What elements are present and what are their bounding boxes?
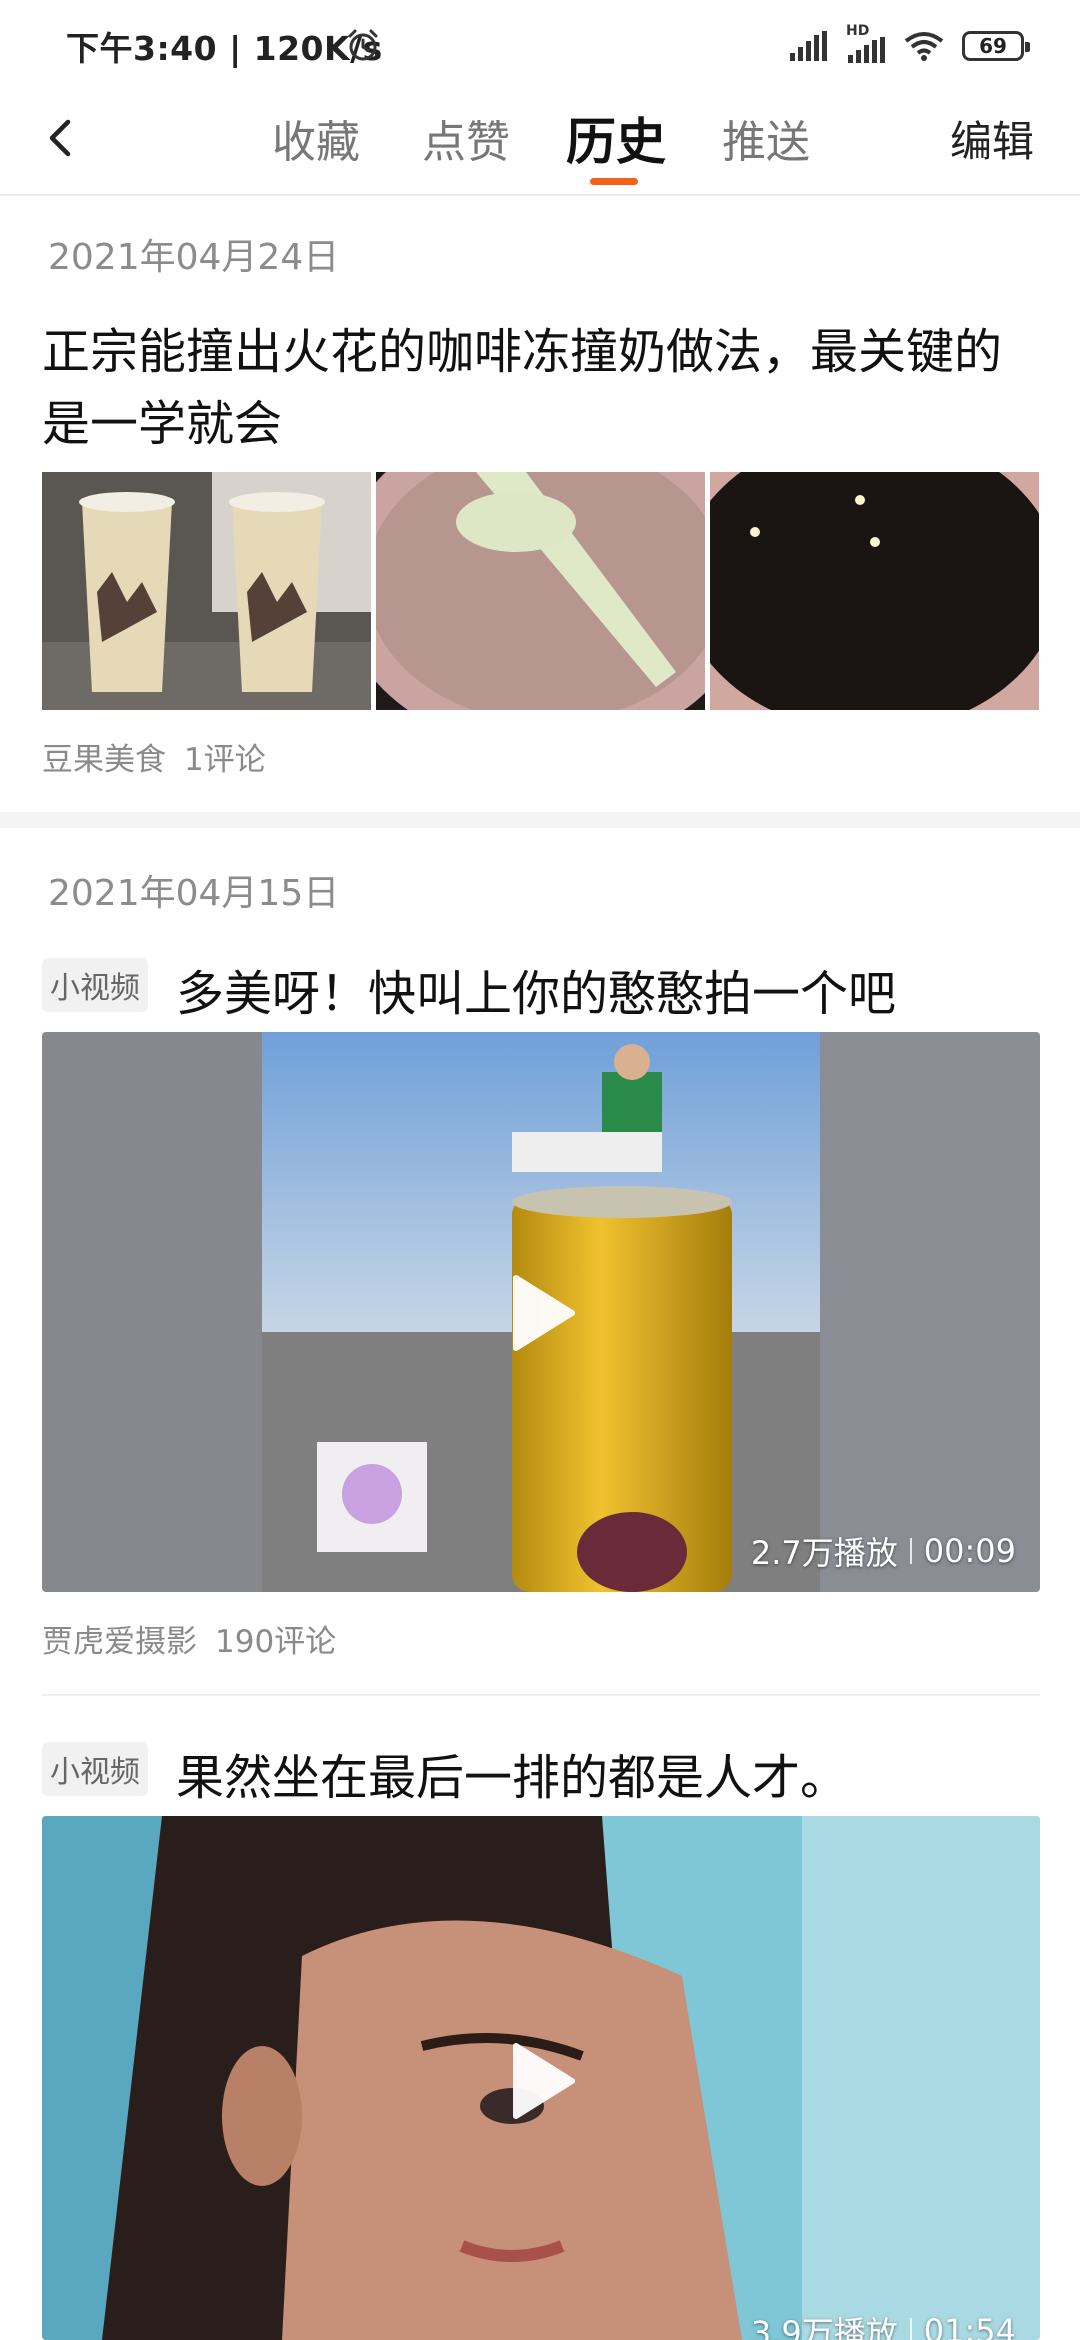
video-title[interactable]: 多美呀！快叫上你的憨憨拍一个吧 [176, 954, 896, 1024]
video-stats: 3.9万播放 01:54 [751, 2308, 1016, 2340]
tab-history[interactable]: 历史 [566, 102, 666, 174]
small-video-badge: 小视频 [42, 1742, 148, 1796]
video-source[interactable]: 贾虎爱摄影 [42, 1624, 197, 1660]
article-source[interactable]: 豆果美食 [42, 742, 166, 778]
item-divider [42, 1694, 1040, 1696]
section-date: 2021年04月24日 [48, 237, 340, 278]
video-stats: 2.7万播放 00:09 [751, 1528, 1016, 1574]
section-date: 2021年04月15日 [48, 873, 340, 914]
tab-push[interactable]: 推送 [722, 106, 810, 170]
tab-collect[interactable]: 收藏 [272, 106, 360, 170]
small-video-badge: 小视频 [42, 958, 148, 1012]
signal-icon [790, 31, 827, 61]
coffee-jelly-milk-cups-image[interactable] [42, 472, 371, 710]
pink-pot-spatula-image[interactable] [376, 472, 705, 710]
article-comments[interactable]: 1评论 [184, 742, 266, 778]
article-meta: 豆果美食 1评论 [42, 734, 266, 779]
signal-hd-icon: HD [846, 23, 886, 63]
video-meta: 贾虎爱摄影 190评论 [42, 1616, 336, 1661]
article-title[interactable]: 正宗能撞出火花的咖啡冻撞奶做法，最关键的是一学就会 [42, 316, 1042, 460]
tab-likes[interactable]: 点赞 [422, 106, 510, 170]
video-thumbnail[interactable]: 3.9万播放 01:54 [42, 1816, 1040, 2340]
alarm-icon [348, 29, 378, 61]
status-time-speed: 下午3:40 | 120K/s [66, 29, 383, 68]
top-nav: 收藏 点赞 历史 推送 编辑 [0, 90, 1080, 196]
video-duration: 01:54 [923, 2312, 1016, 2340]
play-icon[interactable] [510, 1274, 576, 1352]
video-title[interactable]: 果然坐在最后一排的都是人才。 [176, 1738, 848, 1808]
video-plays: 3.9万播放 [750, 2314, 898, 2340]
stats-separator [909, 2318, 912, 2340]
status-icons: HD 69 [788, 23, 1030, 66]
edit-button[interactable]: 编辑 [950, 108, 1034, 169]
play-icon[interactable] [510, 2042, 576, 2120]
stats-separator [909, 1538, 912, 1564]
battery-icon: 69 [962, 31, 1030, 61]
video-plays: 2.7万播放 [750, 1534, 898, 1572]
video-duration: 00:09 [923, 1532, 1016, 1570]
section-divider [0, 812, 1080, 828]
video-thumbnail[interactable]: 2.7万播放 00:09 [42, 1032, 1040, 1592]
status-bar: 下午3:40 | 120K/s HD 69 [0, 0, 1080, 90]
active-tab-indicator [590, 178, 638, 185]
video-comments[interactable]: 190评论 [215, 1624, 336, 1660]
wifi-icon [904, 32, 944, 61]
chevron-left-icon[interactable] [36, 108, 80, 168]
dark-coffee-liquid-image[interactable] [710, 472, 1039, 710]
